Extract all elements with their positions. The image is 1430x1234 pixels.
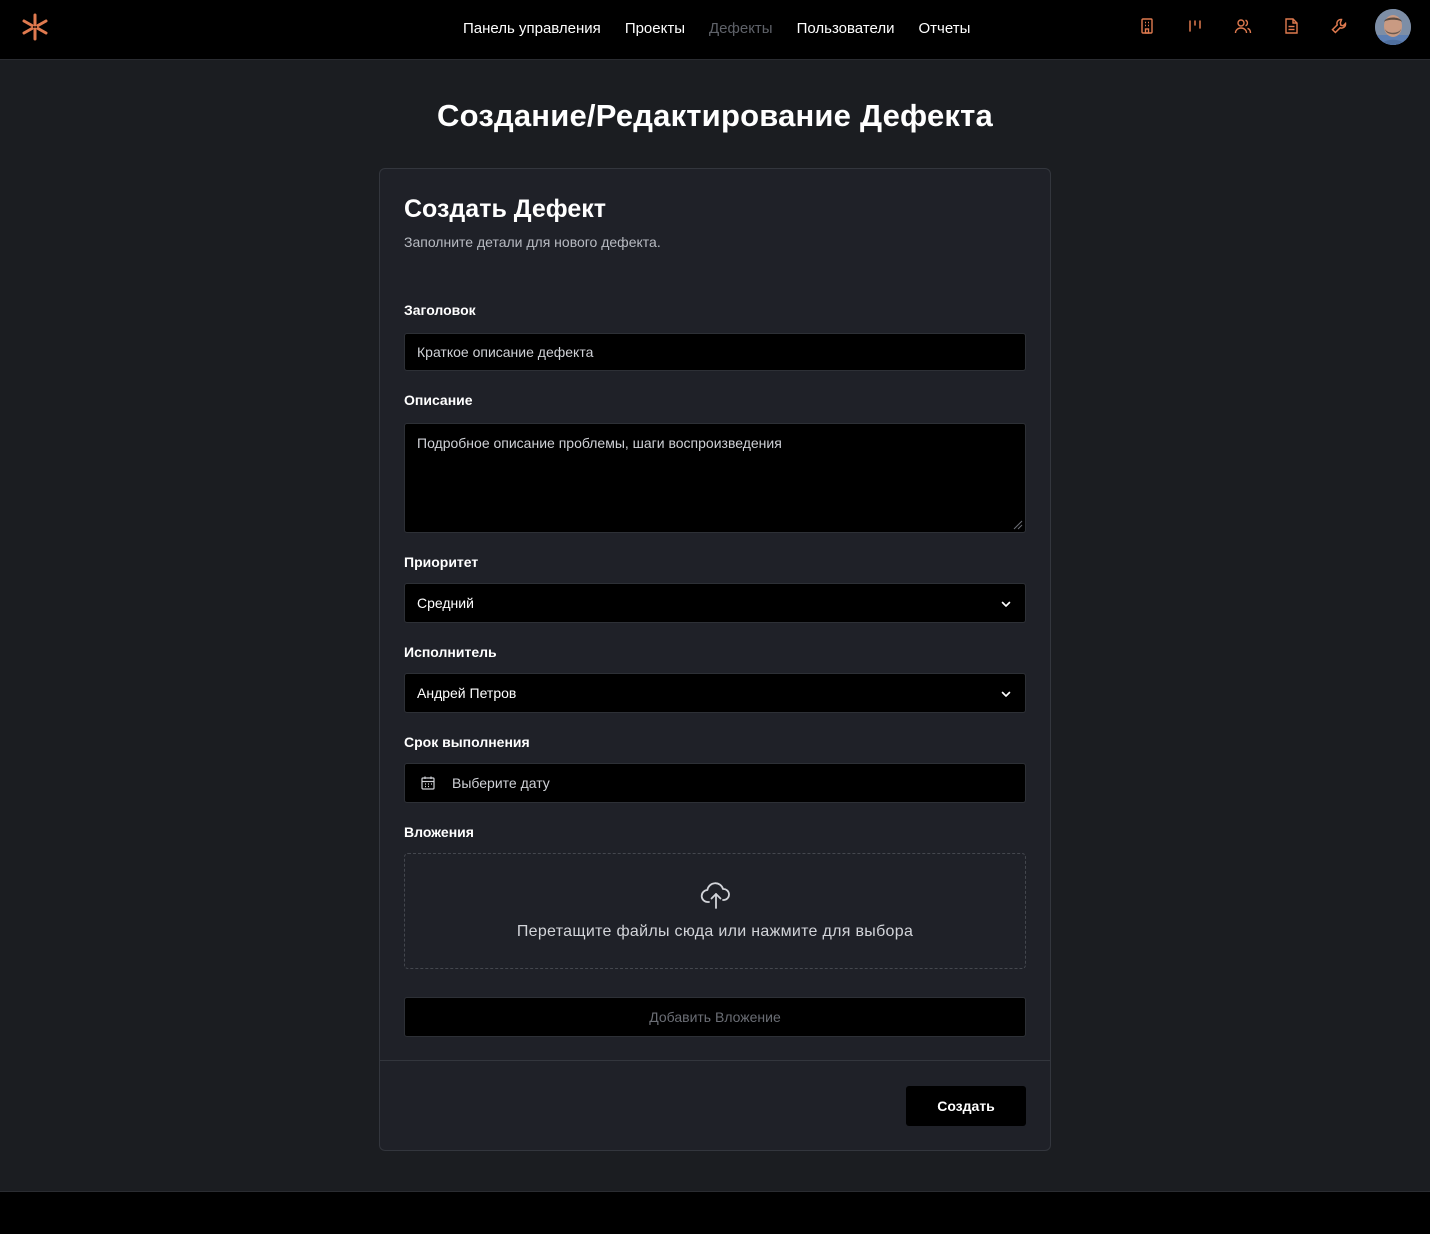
- due-date-picker[interactable]: Выберите дату: [404, 763, 1026, 803]
- top-navigation-bar: Панель управления Проекты Дефекты Пользо…: [0, 0, 1430, 60]
- defect-form-card: Создать Дефект Заполните детали для ново…: [379, 168, 1051, 1151]
- assignee-select[interactable]: Андрей Петров: [404, 673, 1026, 713]
- create-button[interactable]: Создать: [906, 1086, 1026, 1126]
- nav-item-projects[interactable]: Проекты: [625, 20, 685, 37]
- priority-label: Приоритет: [404, 554, 479, 570]
- user-avatar[interactable]: [1375, 9, 1411, 45]
- due-date-label: Срок выполнения: [404, 734, 530, 750]
- kanban-icon[interactable]: [1186, 17, 1204, 35]
- chevron-down-icon: [1001, 691, 1011, 697]
- nav-item-defects[interactable]: Дефекты: [709, 20, 773, 37]
- priority-select[interactable]: Средний: [404, 583, 1026, 623]
- priority-value: Средний: [417, 595, 474, 611]
- avatar-image: [1375, 9, 1411, 45]
- title-input[interactable]: Краткое описание дефекта: [404, 333, 1026, 371]
- form-title: Создать Дефект: [404, 195, 606, 223]
- nav-item-users[interactable]: Пользователи: [797, 20, 895, 37]
- card-footer-divider: [380, 1060, 1050, 1061]
- logo-icon[interactable]: [20, 12, 50, 42]
- title-label: Заголовок: [404, 302, 476, 318]
- page-title: Создание/Редактирование Дефекта: [437, 98, 993, 133]
- assignee-label: Исполнитель: [404, 644, 497, 660]
- attachments-label: Вложения: [404, 824, 474, 840]
- description-label: Описание: [404, 392, 473, 408]
- calendar-icon: [421, 776, 435, 790]
- attachments-dropzone[interactable]: Перетащите файлы сюда или нажмите для вы…: [404, 853, 1026, 969]
- page-footer: [0, 1191, 1430, 1234]
- building-icon[interactable]: [1138, 17, 1156, 35]
- description-placeholder: Подробное описание проблемы, шаги воспро…: [417, 435, 782, 451]
- description-textarea[interactable]: Подробное описание проблемы, шаги воспро…: [404, 423, 1026, 533]
- resize-handle-icon[interactable]: [1013, 520, 1023, 530]
- add-attachment-button[interactable]: Добавить Вложение: [404, 997, 1026, 1037]
- dropzone-text: Перетащите файлы сюда или нажмите для вы…: [516, 923, 914, 940]
- due-date-placeholder: Выберите дату: [452, 775, 550, 791]
- form-subtitle: Заполните детали для нового дефекта.: [404, 234, 661, 250]
- wrench-icon[interactable]: [1330, 17, 1348, 35]
- nav-item-reports[interactable]: Отчеты: [919, 20, 971, 37]
- assignee-value: Андрей Петров: [417, 685, 517, 701]
- chevron-down-icon: [1001, 601, 1011, 607]
- users-icon[interactable]: [1234, 17, 1252, 35]
- nav-item-dashboard[interactable]: Панель управления: [463, 20, 601, 37]
- main-nav: Панель управления Проекты Дефекты Пользо…: [463, 0, 970, 57]
- document-icon[interactable]: [1282, 17, 1300, 35]
- cloud-upload-icon: [700, 882, 730, 909]
